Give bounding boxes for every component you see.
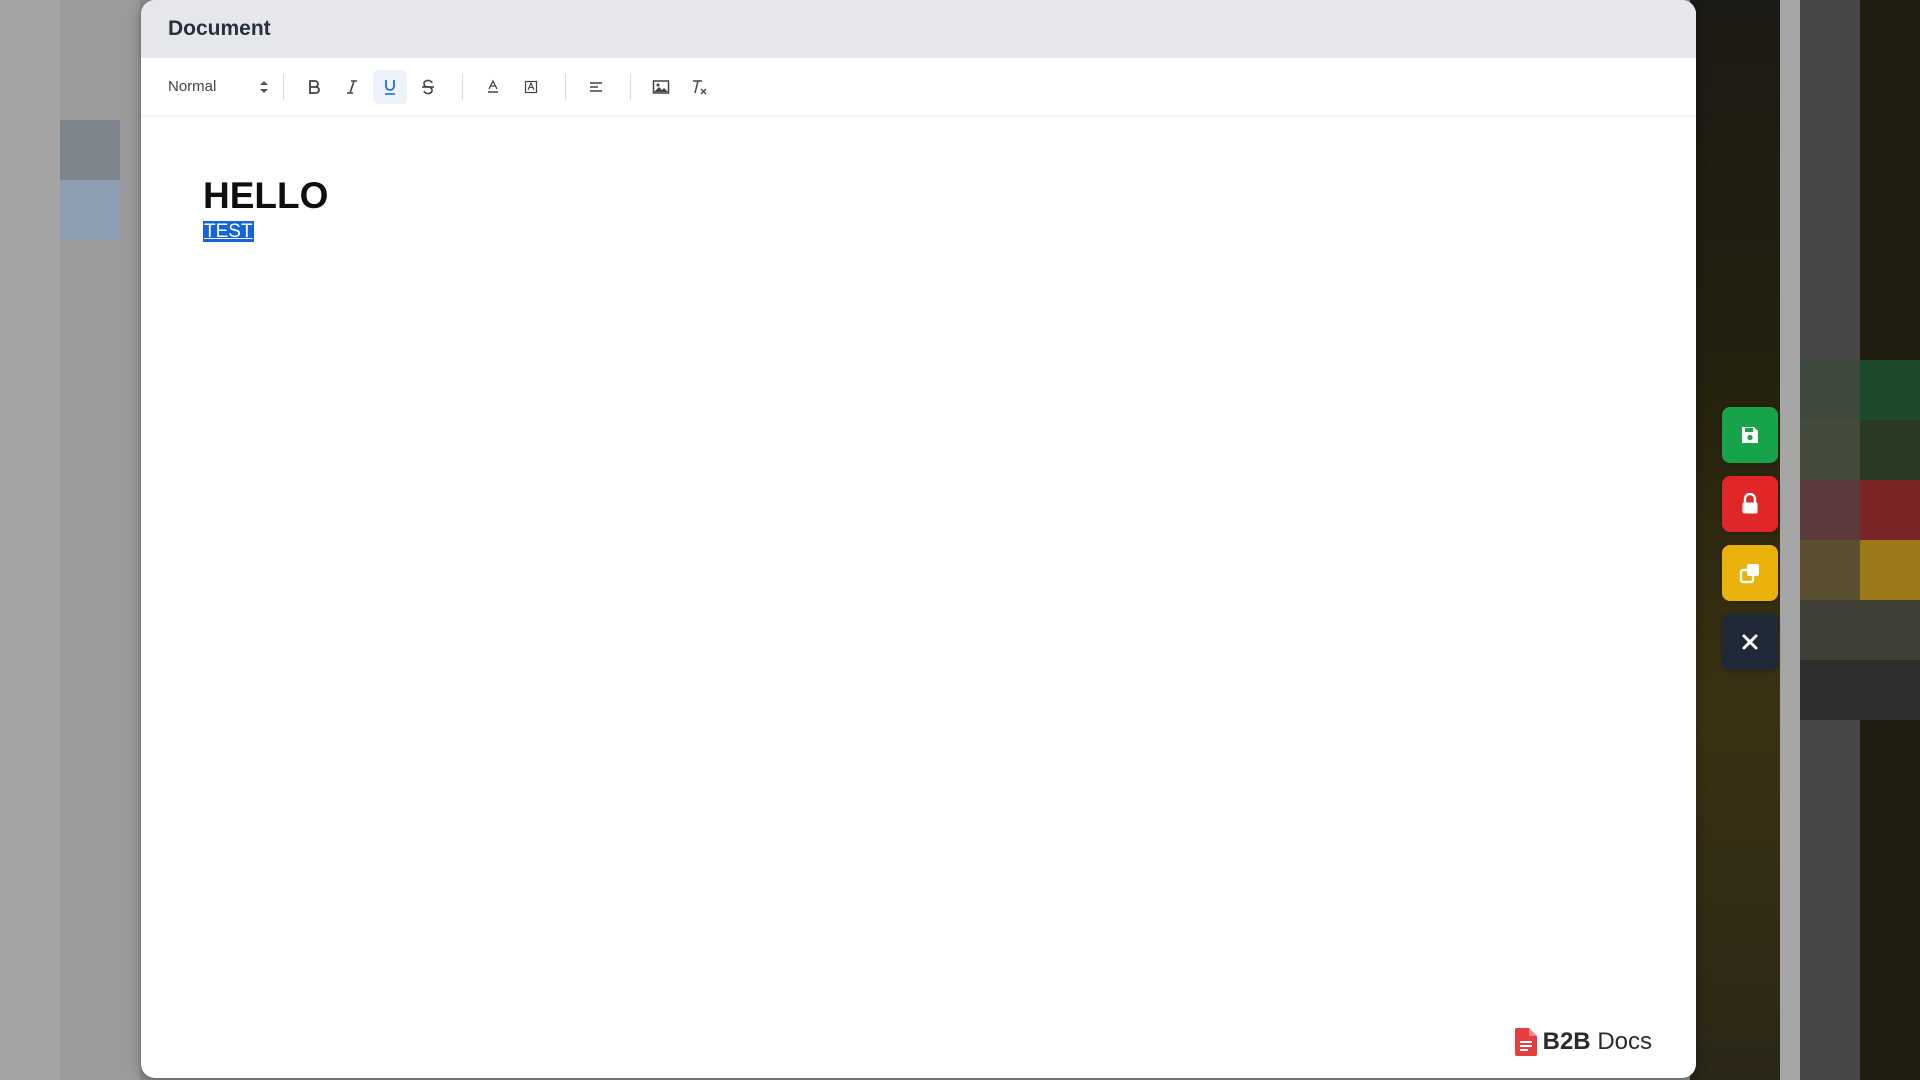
background-row-accent xyxy=(1860,540,1920,600)
editor-content[interactable]: HELLO TEST xyxy=(141,116,1696,304)
brand-name-bold: B2B xyxy=(1542,1028,1591,1055)
copy-button[interactable] xyxy=(1722,545,1778,601)
bold-icon xyxy=(309,79,320,94)
document-icon xyxy=(1514,1028,1537,1056)
strikethrough-button[interactable] xyxy=(411,70,445,104)
text-color-icon xyxy=(488,79,498,93)
background-color-button[interactable] xyxy=(514,70,548,104)
underline-icon xyxy=(385,79,395,95)
background-scrollbar xyxy=(1780,0,1800,1080)
selected-text[interactable]: TEST xyxy=(203,221,254,242)
lock-button[interactable] xyxy=(1722,476,1778,532)
underline-button[interactable] xyxy=(373,69,407,104)
modal-title: Document xyxy=(168,17,271,40)
text-color-button[interactable] xyxy=(476,70,510,104)
format-select[interactable]: Normal xyxy=(166,72,270,102)
background-row xyxy=(1800,600,1920,660)
highlight-icon xyxy=(524,80,538,93)
italic-icon xyxy=(347,79,357,94)
background-image-strip xyxy=(1690,0,1780,1080)
background-tile xyxy=(60,120,120,180)
document-heading[interactable]: HELLO xyxy=(203,174,1634,218)
italic-button[interactable] xyxy=(335,70,369,104)
editor-toolbar: Normal xyxy=(141,58,1696,116)
modal-header: Document xyxy=(141,0,1696,58)
close-button[interactable] xyxy=(1722,614,1778,670)
brand-logo: B2B Docs xyxy=(1514,1028,1652,1056)
background-row xyxy=(1800,420,1920,480)
background-row-accent xyxy=(1860,480,1920,540)
floppy-disk-icon xyxy=(1742,427,1758,443)
save-button[interactable] xyxy=(1722,407,1778,463)
background-row xyxy=(1800,540,1920,600)
background-row-accent xyxy=(1860,420,1920,480)
image-icon xyxy=(652,79,670,94)
background-row xyxy=(1800,480,1920,540)
toolbar-separator xyxy=(630,73,631,100)
brand-name: B2B Docs xyxy=(1543,1028,1652,1056)
brand-name-rest: Docs xyxy=(1597,1028,1652,1055)
background-row xyxy=(1800,660,1920,720)
strikethrough-icon xyxy=(422,79,434,94)
clear-format-icon xyxy=(693,79,707,94)
clean-format-button[interactable] xyxy=(682,70,716,104)
background-row-accent xyxy=(1860,360,1920,420)
background-tile xyxy=(60,180,120,240)
toolbar-separator xyxy=(462,73,463,100)
lock-icon xyxy=(1742,493,1758,514)
background-row xyxy=(1800,360,1920,420)
close-icon xyxy=(1742,634,1758,650)
copy-icon xyxy=(1739,564,1759,584)
format-select-value: Normal xyxy=(168,78,217,95)
bold-button[interactable] xyxy=(297,70,331,104)
align-left-icon xyxy=(590,81,602,92)
align-button[interactable] xyxy=(579,70,613,104)
toolbar-separator xyxy=(283,73,284,100)
document-paragraph[interactable]: TEST xyxy=(203,220,1634,246)
image-button[interactable] xyxy=(644,70,678,104)
toolbar-separator xyxy=(565,73,566,100)
document-modal: Document Normal HELLO TEST B2B Docs xyxy=(141,0,1696,1078)
up-down-arrows-icon xyxy=(260,80,268,93)
